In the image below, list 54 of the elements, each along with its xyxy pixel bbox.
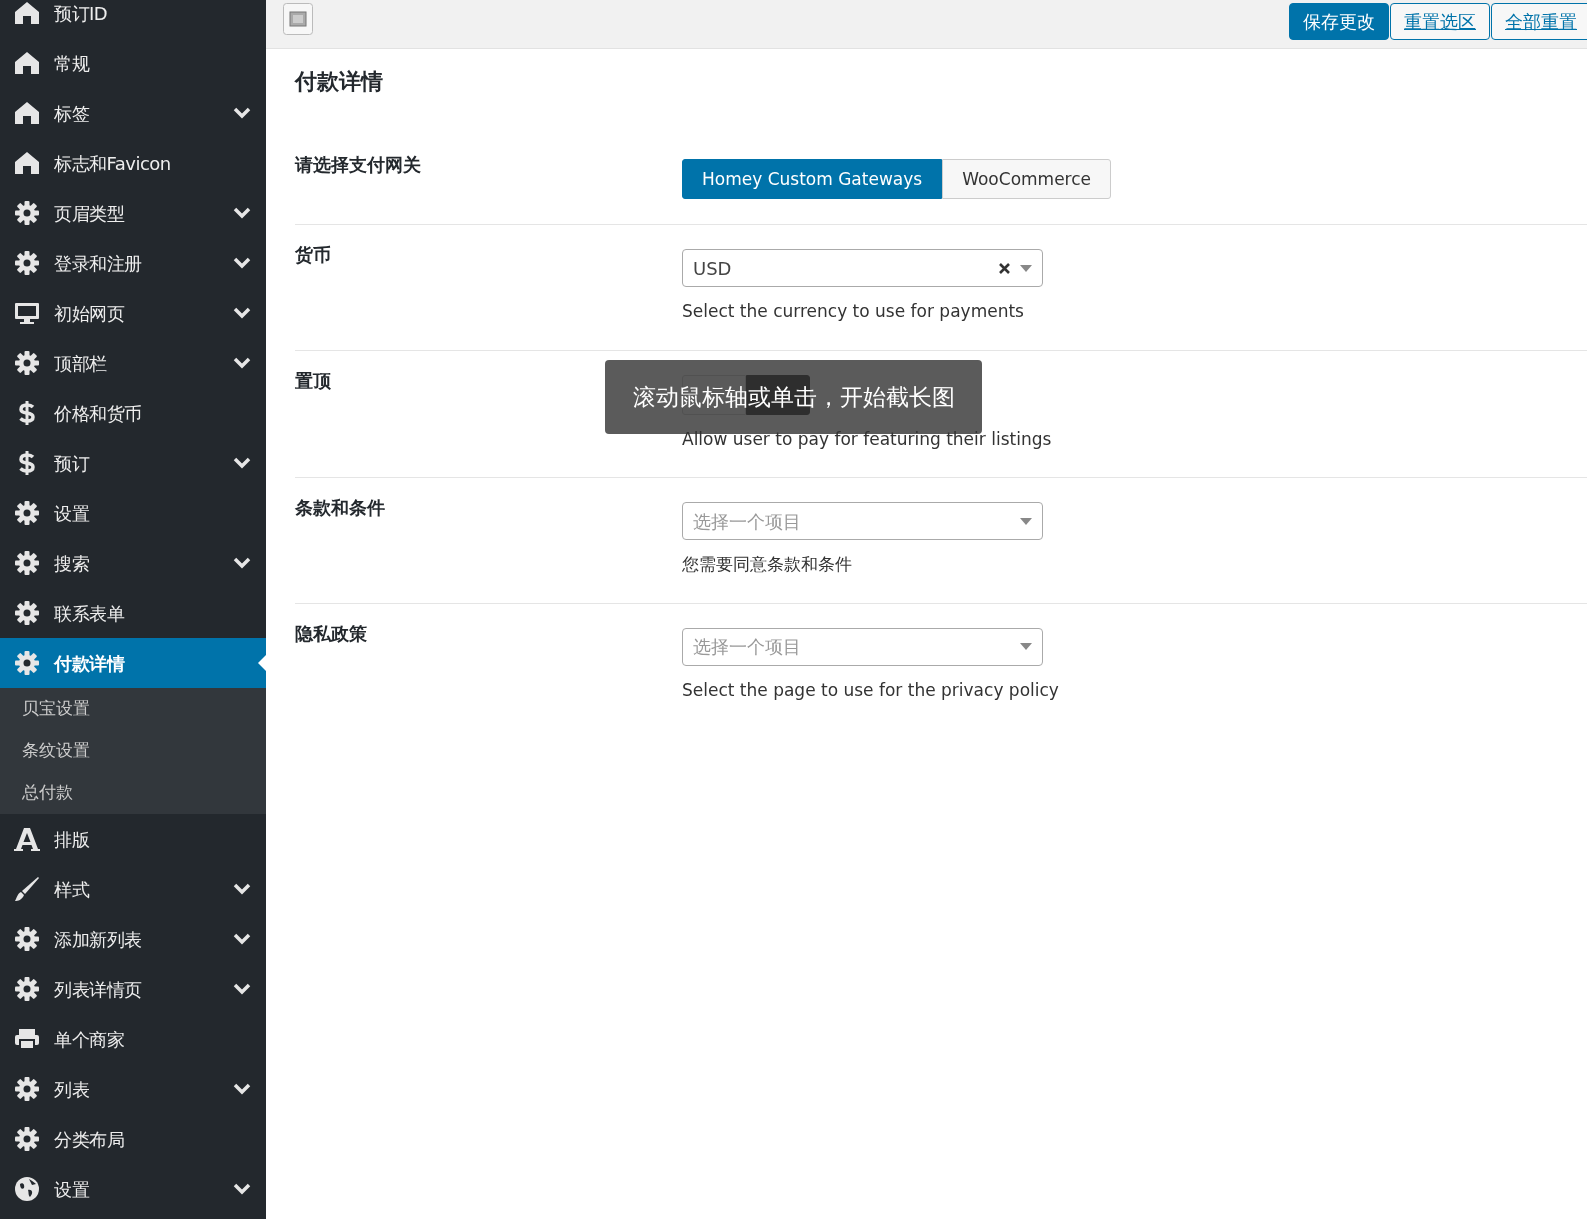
field-label: 置顶 (295, 369, 331, 391)
sidebar-item[interactable]: 价格和货币 (0, 388, 266, 438)
toast: 滚动鼠标轴或单击，开始截长图 (605, 360, 982, 434)
sidebar-item[interactable]: 设置 (0, 1164, 266, 1214)
sidebar-item[interactable]: 顶部栏 (0, 338, 266, 388)
field-label: 条款和条件 (295, 497, 385, 519)
sidebar-item[interactable]: 常规 (0, 38, 266, 88)
sidebar-item[interactable]: 联系表单 (0, 588, 266, 638)
sidebar-item[interactable]: 列表详情页 (0, 964, 266, 1014)
globe-icon (14, 1176, 40, 1202)
submenu-item[interactable]: 总付款 (0, 772, 266, 814)
monitor-icon (14, 300, 40, 326)
sidebar-item[interactable]: 预订 (0, 438, 266, 488)
sidebar-item[interactable]: 付款详情 (0, 638, 266, 688)
clear-icon[interactable] (999, 262, 1010, 274)
sidebar-item[interactable]: 单个商家 (0, 1014, 266, 1064)
home-icon (14, 100, 40, 126)
field-description: Select the currency to use for payments (682, 300, 1025, 324)
sidebar-item[interactable]: 页眉类型 (0, 188, 266, 238)
submenu-item[interactable]: 条纹设置 (0, 730, 266, 772)
reset-button[interactable]: 重置选区 (1390, 3, 1490, 40)
sidebar-item[interactable]: 样式 (0, 864, 266, 914)
sidebar-item[interactable]: 登录和注册 (0, 238, 266, 288)
sidebar-item[interactable]: 初始网页 (0, 288, 266, 338)
sidebar-item[interactable]: 排版 (0, 814, 266, 864)
sidebar-item[interactable]: 列表 (0, 1064, 266, 1114)
caret-icon (1020, 517, 1032, 525)
field-label: 隐私政策 (295, 622, 367, 644)
sidebar-item[interactable]: 设置 (0, 488, 266, 538)
submenu-item[interactable]: 贝宝设置 (0, 688, 266, 730)
caret-icon (1020, 643, 1032, 651)
reset-button[interactable]: 全部重置 (1491, 3, 1587, 40)
save-button[interactable]: 保存更改 (1289, 3, 1389, 40)
caret-icon (1020, 264, 1032, 272)
sidebar-item[interactable]: 搜索 (0, 538, 266, 588)
letter-a-icon (14, 826, 40, 852)
home-icon (14, 150, 40, 176)
field-label: 货币 (295, 244, 331, 266)
home-icon (14, 0, 40, 26)
field-description: 您需要同意条款和条件 (682, 553, 853, 577)
home-icon (14, 50, 40, 76)
sidebar-item[interactable]: 添加新列表 (0, 914, 266, 964)
sidebar-item[interactable]: 标签 (0, 88, 266, 138)
select-field[interactable]: USD (682, 249, 1043, 288)
brush-icon (14, 876, 40, 902)
sidebar-item[interactable]: 标志和Favicon (0, 138, 266, 188)
sidebar-item[interactable]: 预订ID (0, 0, 266, 38)
sidebar-item[interactable]: 分类布局 (0, 1114, 266, 1164)
layout-icon[interactable] (283, 3, 313, 35)
toggle-option[interactable]: WooCommerce (942, 159, 1112, 200)
toggle-option[interactable]: Homey Custom Gateways (682, 159, 943, 200)
field-description: Select the page to use for the privacy policy (682, 678, 1060, 702)
field-label: 请选择支付网关 (295, 154, 421, 176)
page-title: 付款详情 (295, 69, 384, 96)
